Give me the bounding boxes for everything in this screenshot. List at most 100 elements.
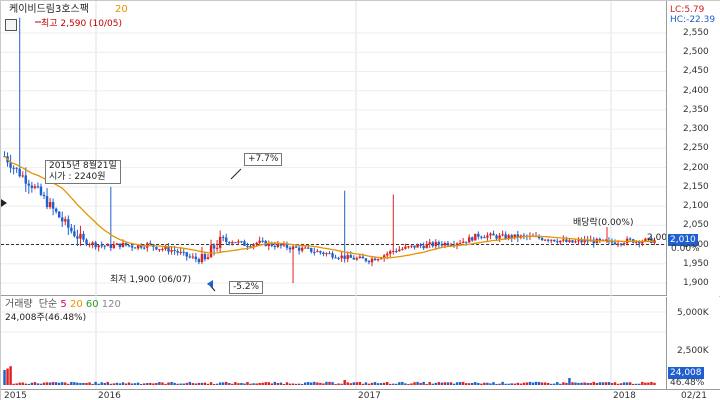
candle-body <box>598 238 602 241</box>
candle-body <box>307 247 310 249</box>
volume-bar <box>30 382 34 385</box>
volume-bar <box>91 383 94 385</box>
candle-body <box>310 247 313 252</box>
grid-toggle-button[interactable] <box>5 19 17 31</box>
candle-body <box>559 240 562 243</box>
candle-body <box>486 235 489 238</box>
candle-body <box>48 202 52 208</box>
volume-bar <box>115 382 119 385</box>
price-chart-svg <box>1 1 666 296</box>
candle-body <box>121 242 125 248</box>
candle-body <box>434 242 438 247</box>
volume-bar <box>483 382 486 385</box>
candle-body <box>176 251 179 253</box>
volume-bar <box>334 383 337 385</box>
candle-body <box>170 250 173 252</box>
volume-bar <box>76 382 79 385</box>
candle-body <box>392 251 395 253</box>
volume-bar <box>574 382 577 385</box>
volume-bar <box>550 383 553 385</box>
volume-bar <box>647 382 650 385</box>
volume-pane[interactable]: 거래량 단순 5 20 60 120 24,008주(46.48%) <box>1 297 666 389</box>
volume-bar <box>428 381 431 385</box>
volume-bar <box>221 382 225 385</box>
volume-bar <box>143 383 146 385</box>
volume-bar <box>18 382 21 385</box>
candle-body <box>364 258 368 262</box>
candle-body <box>565 239 568 242</box>
price-tick: 2,200 <box>683 162 709 173</box>
candle-body <box>407 246 410 248</box>
volume-bar <box>367 383 371 385</box>
volume-bar <box>522 382 526 385</box>
candle-body <box>188 256 192 258</box>
volume-bar <box>130 383 134 385</box>
candle-body <box>76 236 79 239</box>
volume-bar <box>182 383 185 385</box>
volume-bar <box>155 382 158 385</box>
volume-title-label: 거래량 <box>5 299 33 310</box>
volume-bar <box>361 383 365 385</box>
volume-bar <box>27 383 31 385</box>
volume-bar <box>513 383 516 385</box>
volume-bar <box>231 383 234 385</box>
volume-bar <box>422 381 425 385</box>
volume-bar <box>255 383 258 385</box>
price-pane[interactable]: 케이비드림3호스팩 20 최고 2,590 (10/05) 2015년 8월21… <box>1 1 673 296</box>
candle-body <box>237 241 240 243</box>
volume-bar <box>79 383 82 385</box>
candle-body <box>361 256 365 259</box>
candle-body <box>492 233 495 236</box>
price-tick: 1,950 <box>683 258 709 269</box>
candle-body <box>297 247 301 251</box>
volume-bar <box>21 382 24 385</box>
volume-bar <box>644 382 647 385</box>
candle-body <box>103 245 106 247</box>
volume-axis[interactable]: 5,000K 2,500K 24,008 46.48% <box>666 297 720 389</box>
candle-body <box>73 231 76 237</box>
listing-date-label: 2015년 8월21일 <box>49 161 117 171</box>
candle-body <box>115 243 119 245</box>
candle-body <box>334 257 337 259</box>
candle-body <box>328 253 331 255</box>
candle-body <box>124 242 128 246</box>
volume-bar <box>215 383 219 385</box>
volume-bar <box>628 382 632 385</box>
price-axis[interactable]: LC:5.79 HC:-22.39 2,550 2,500 2,450 2,400 2,… <box>666 1 720 296</box>
volume-bar <box>97 383 100 385</box>
candle-body <box>276 243 280 247</box>
candle-body <box>18 168 21 177</box>
volume-bar <box>595 382 598 385</box>
high-annotation: 최고 2,590 (10/05) <box>41 19 123 29</box>
listing-open-label: 시가 : 2240원 <box>49 172 106 182</box>
volume-bar <box>446 382 450 385</box>
current-volume-pct: 46.48% <box>670 378 705 388</box>
candle-body <box>483 237 486 239</box>
candle-body <box>461 241 465 243</box>
time-axis[interactable]: 2015 2016 2017 2018 02/21 <box>1 389 720 400</box>
candle-body <box>316 251 319 253</box>
volume-bar <box>556 382 559 385</box>
time-label: 2017 <box>358 391 381 400</box>
candle-body <box>197 259 201 263</box>
candle-body <box>416 244 419 248</box>
volume-bar <box>480 383 483 385</box>
volume-bar <box>310 382 313 385</box>
candle-body <box>118 243 122 248</box>
candle-body <box>349 255 352 258</box>
volume-bar <box>73 382 76 385</box>
volume-type-label: 단순 <box>38 299 58 310</box>
volume-bar <box>212 383 216 385</box>
candle-body <box>194 256 198 260</box>
candle-body <box>255 242 258 245</box>
candle-body <box>82 233 85 240</box>
candle-body <box>443 242 447 246</box>
volume-bar <box>39 383 43 385</box>
candle-body <box>100 245 103 247</box>
volume-bar <box>191 383 195 385</box>
candle-body <box>422 245 425 249</box>
candle-body <box>619 243 623 245</box>
time-label: 2015 <box>4 391 27 400</box>
candle-body <box>185 252 188 257</box>
candle-body <box>106 244 109 247</box>
